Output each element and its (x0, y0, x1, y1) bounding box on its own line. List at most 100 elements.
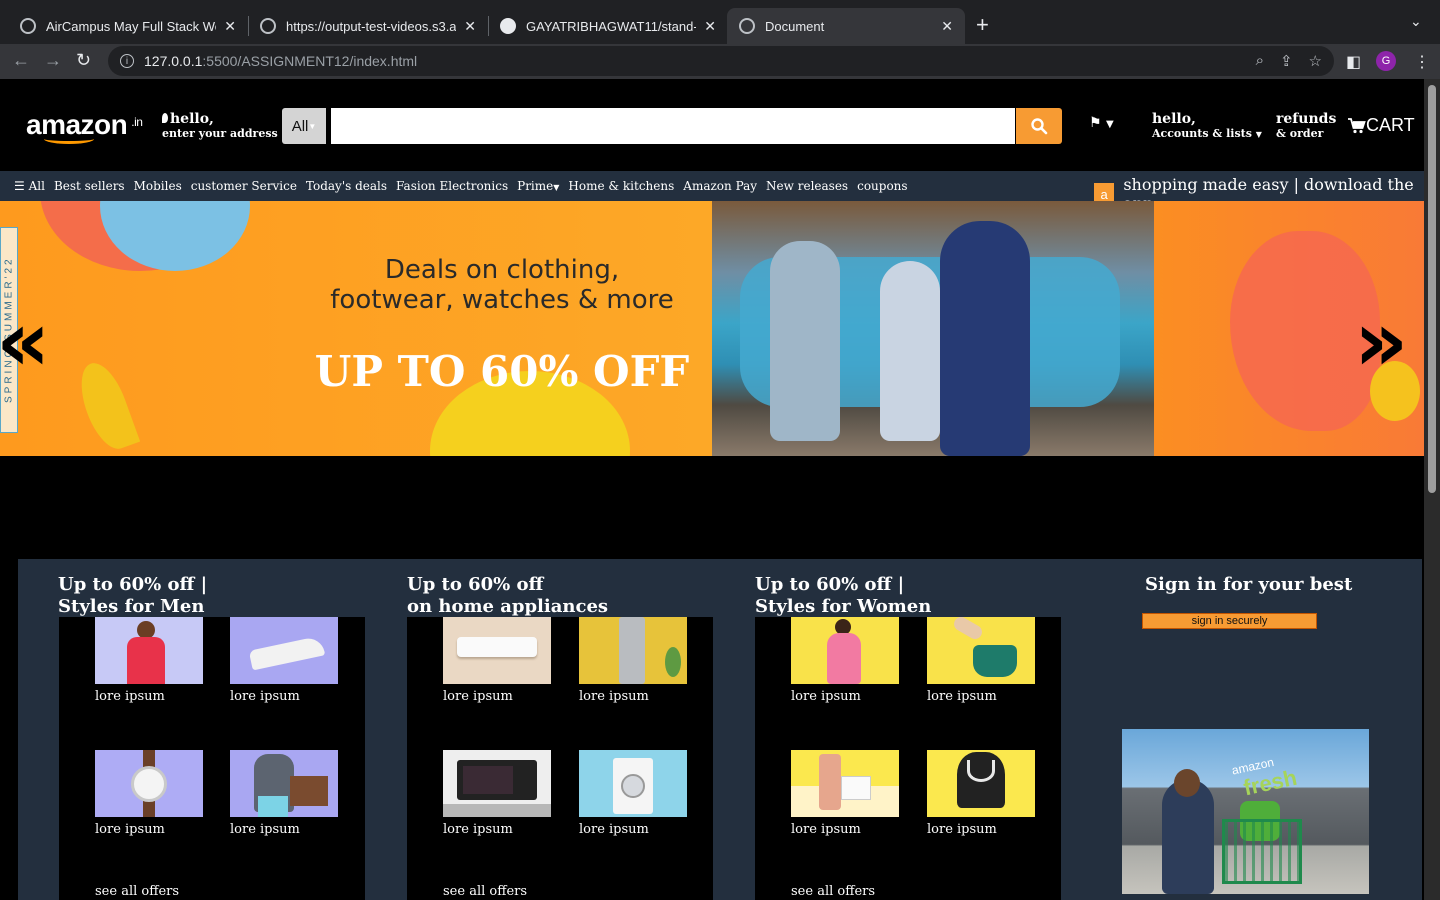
product-label[interactable]: lore ipsum (443, 689, 513, 704)
browser-tab[interactable]: AirCampus May Full Stack Web ✕ (8, 8, 248, 44)
forward-arrow-icon[interactable]: → (44, 50, 62, 71)
globe-icon (739, 18, 755, 34)
product-thumbnail[interactable] (443, 617, 551, 684)
product-label[interactable]: lore ipsum (230, 822, 300, 837)
browser-toolbar: ← → ↻ i 127.0.0.1:5500/ASSIGNMENT12/inde… (0, 44, 1440, 79)
caret-down-icon: ▼ (553, 183, 560, 192)
product-thumbnail[interactable] (230, 617, 338, 684)
language-selector[interactable]: ⚑ ▼ (1089, 115, 1114, 131)
nav-item-prime[interactable]: Prime▼ (517, 179, 559, 193)
hero-banner[interactable]: SPRING SUMMER'22 Deals on clothing, footw… (0, 201, 1424, 456)
browser-tab-active[interactable]: Document ✕ (727, 8, 965, 44)
product-label[interactable]: lore ipsum (579, 822, 649, 837)
card-title: Up to 60% off | Styles for Women (755, 574, 931, 618)
product-label[interactable]: lore ipsum (95, 689, 165, 704)
nav-item[interactable]: Today's deals (306, 179, 387, 193)
address-line2: enter your address (162, 127, 278, 140)
product-thumbnail[interactable] (95, 617, 203, 684)
url-host: 127.0.0.1 (144, 53, 203, 69)
nav-item[interactable]: Fasion Electronics (396, 179, 508, 193)
product-thumbnail[interactable] (579, 750, 687, 817)
nav-item[interactable]: Mobiles (134, 179, 182, 193)
card-title-line2: Styles for Women (755, 596, 932, 617)
info-icon[interactable]: i (120, 54, 134, 68)
side-panel-icon[interactable]: ◧ (1346, 52, 1361, 71)
nav-item-label: Prime (517, 179, 554, 193)
fresh-store-sign: amazon fresh (1231, 751, 1300, 803)
page-scrollbar[interactable] (1424, 79, 1440, 900)
new-tab-icon[interactable]: + (976, 12, 989, 38)
address-selector[interactable]: hello, enter your address (162, 111, 278, 140)
flag-icon: ⚑ (1089, 115, 1102, 131)
product-thumbnail[interactable] (927, 750, 1035, 817)
sub-navigation: ☰ All Best sellers Mobiles customer Serv… (0, 171, 1424, 213)
close-icon[interactable]: ✕ (704, 18, 716, 35)
close-icon[interactable]: ✕ (464, 18, 476, 35)
product-label[interactable]: lore ipsum (579, 689, 649, 704)
signin-title: Sign in for your best (1145, 574, 1353, 595)
product-thumbnail[interactable] (443, 750, 551, 817)
nav-item[interactable]: coupons (857, 179, 907, 193)
carousel-prev-arrow[interactable]: « (0, 299, 50, 383)
card-title-line2: Styles for Men (58, 596, 205, 617)
product-label[interactable]: lore ipsum (927, 689, 997, 704)
address-bar[interactable]: i 127.0.0.1:5500/ASSIGNMENT12/index.html… (108, 46, 1334, 76)
promo-person-head (1174, 769, 1200, 797)
zoom-icon[interactable]: ⌕ (1256, 52, 1264, 70)
caret-down-icon: ▼ (308, 121, 317, 131)
close-icon[interactable]: ✕ (941, 18, 953, 35)
nav-all[interactable]: ☰ All (14, 179, 45, 193)
product-label[interactable]: lore ipsum (443, 822, 513, 837)
cart-link[interactable]: CART (1348, 115, 1415, 136)
product-thumbnail[interactable] (791, 750, 899, 817)
search-button[interactable] (1016, 108, 1062, 144)
back-arrow-icon[interactable]: ← (12, 50, 30, 71)
browser-tabbar: AirCampus May Full Stack Web ✕ https://o… (0, 0, 1440, 44)
nav-item[interactable]: Home & kitchens (568, 179, 674, 193)
product-label[interactable]: lore ipsum (95, 822, 165, 837)
account-line1: hello, (1152, 111, 1196, 127)
nav-item[interactable]: Best sellers (54, 179, 125, 193)
product-label[interactable]: lore ipsum (230, 689, 300, 704)
nav-item[interactable]: New releases (766, 179, 848, 193)
carousel-next-arrow[interactable]: » (1354, 299, 1408, 383)
banner-person-shape (880, 261, 940, 441)
banner-subtitle: Deals on clothing, footwear, watches & mo… (290, 255, 714, 315)
nav-item[interactable]: Amazon Pay (683, 179, 757, 193)
banner-person-shape (940, 221, 1030, 456)
product-label[interactable]: lore ipsum (791, 689, 861, 704)
see-all-offers-link[interactable]: see all offers (95, 884, 179, 899)
amazon-fresh-promo-image[interactable]: amazon fresh (1122, 729, 1369, 894)
logo-smile (44, 134, 94, 144)
url-path: :5500/ASSIGNMENT12/index.html (202, 53, 418, 69)
product-thumbnail[interactable] (230, 750, 338, 817)
browser-tab[interactable]: https://output-test-videos.s3.a ✕ (248, 8, 488, 44)
account-line2: Accounts & lists (1152, 127, 1252, 140)
profile-avatar[interactable]: G (1376, 51, 1396, 71)
see-all-offers-link[interactable]: see all offers (791, 884, 875, 899)
product-thumbnail[interactable] (791, 617, 899, 684)
product-thumbnail[interactable] (579, 617, 687, 684)
scrollbar-thumb[interactable] (1428, 85, 1436, 493)
product-label[interactable]: lore ipsum (927, 822, 997, 837)
globe-icon (20, 18, 36, 34)
star-icon[interactable]: ☆ (1309, 52, 1322, 70)
product-thumbnail[interactable] (927, 617, 1035, 684)
share-icon[interactable]: ⇪ (1280, 52, 1293, 70)
see-all-offers-link[interactable]: see all offers (443, 884, 527, 899)
card-title-line1: Up to 60% off | (58, 574, 208, 595)
search-category-select[interactable]: All ▼ (282, 108, 326, 144)
nav-item[interactable]: customer Service (191, 179, 297, 193)
browser-tab[interactable]: GAYATRIBHAGWAT11/stand-up ✕ (488, 8, 728, 44)
chevron-down-icon[interactable]: ⌄ (1410, 14, 1422, 30)
reload-icon[interactable]: ↻ (76, 50, 91, 71)
signin-button[interactable]: sign in securely (1142, 613, 1317, 629)
refunds-orders-link[interactable]: refunds & order (1276, 111, 1336, 140)
account-menu[interactable]: hello, Accounts & lists ▼ (1152, 111, 1262, 140)
search-input[interactable] (331, 108, 1015, 144)
card-title-line1: Up to 60% off (407, 574, 544, 595)
kebab-menu-icon[interactable]: ⋮ (1414, 52, 1430, 71)
close-icon[interactable]: ✕ (224, 18, 236, 35)
product-label[interactable]: lore ipsum (791, 822, 861, 837)
product-thumbnail[interactable] (95, 750, 203, 817)
